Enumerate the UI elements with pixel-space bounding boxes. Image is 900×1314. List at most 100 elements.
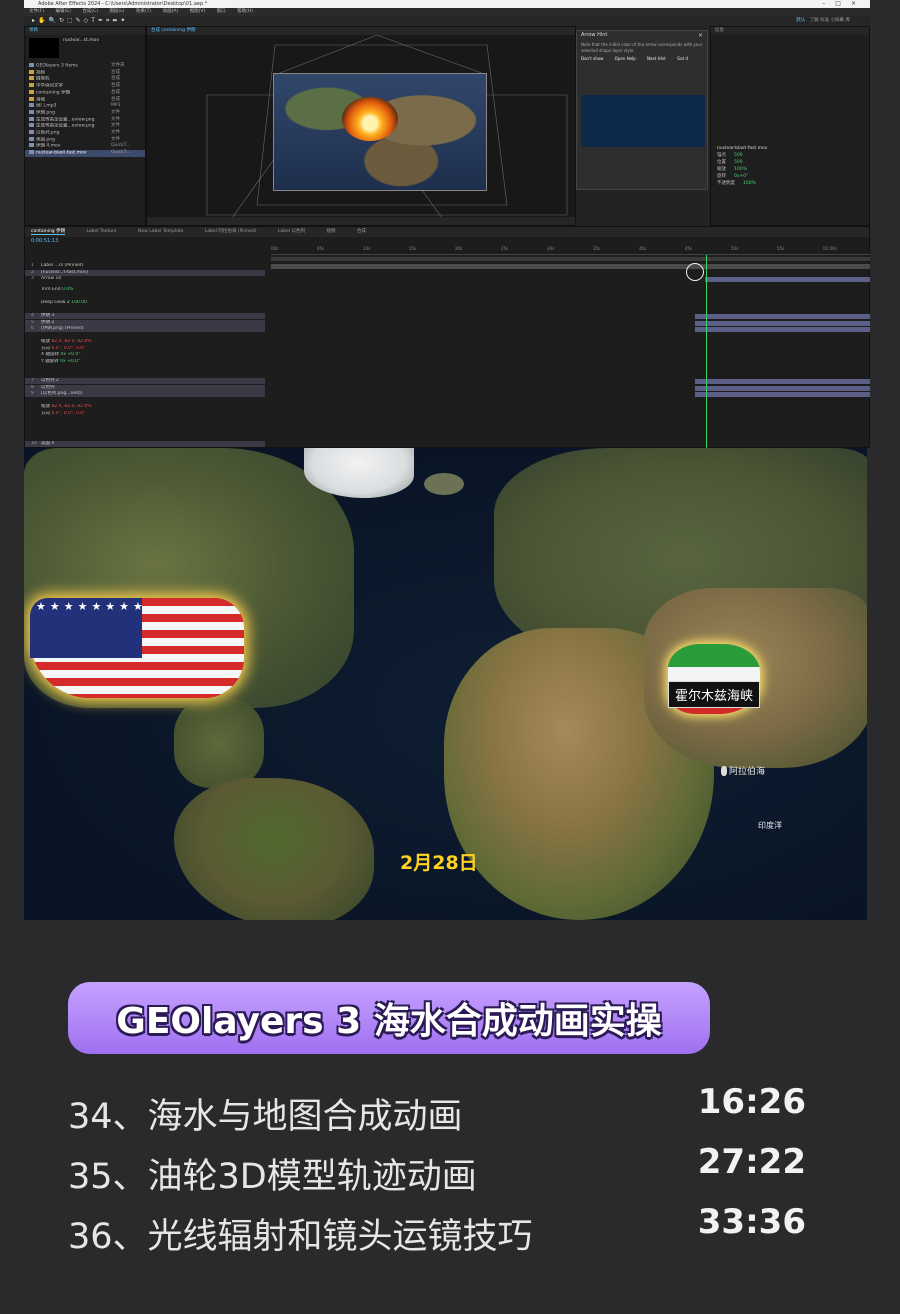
south-america <box>174 778 374 920</box>
project-item[interactable]: GEOlayers 3 Items 文件夹 <box>25 63 145 70</box>
comp-icon <box>29 96 34 101</box>
work-area-bar[interactable] <box>271 257 870 261</box>
image-icon <box>29 123 34 128</box>
video-icon <box>29 143 34 148</box>
timeline-panel: containing 伊朗 Label Texture New Label Te… <box>24 226 870 448</box>
project-item[interactable]: 生成等高全设置...eview.png 文件 <box>25 116 145 124</box>
got-it-button[interactable]: Got it <box>677 56 688 61</box>
layer-duration-bar[interactable] <box>695 320 870 326</box>
project-item-selected[interactable]: nuclear-blast-fast.mov QuickT... <box>25 150 145 157</box>
project-item[interactable]: containing 伊朗 合成 <box>25 89 145 97</box>
timeline-layer[interactable]: 4 伊朗 3 <box>25 313 265 320</box>
comp-icon <box>29 89 34 94</box>
project-item[interactable]: 生成等高全设置...eview.png 文件 <box>25 123 145 130</box>
window-controls[interactable]: –□× <box>822 0 866 8</box>
image-icon <box>29 130 34 135</box>
layer-duration-bar[interactable] <box>695 327 870 332</box>
timeline-layer[interactable]: 2 [nuclear...t-fast.mov] <box>25 269 265 276</box>
layer-property[interactable]: Deep Glow 2 100.00 <box>25 300 265 306</box>
timeline-tab[interactable]: containing 伊朗 <box>31 229 66 235</box>
workspace-item[interactable]: 小屏幕 <box>831 18 845 23</box>
close-icon[interactable]: × <box>698 32 703 39</box>
dont-show-checkbox[interactable]: Don't show <box>581 56 603 61</box>
timeline-tab[interactable]: New Label Template <box>138 229 183 234</box>
layer-property[interactable]: 方向 0.0°, 0.0°, 0.0° <box>25 346 265 352</box>
timeline-layer[interactable]: 1 Label ...rs (Pinned) <box>25 263 265 269</box>
panel-spacer <box>711 35 869 145</box>
timeline-tab[interactable]: Label Texture <box>87 229 117 234</box>
project-item[interactable]: 伊朗.png 文件 <box>25 109 145 117</box>
layer-duration-bar[interactable] <box>695 379 870 384</box>
ruler-tick: 45s <box>685 246 693 251</box>
layer-property[interactable]: X 轴旋转 0x +0.0° <box>25 352 265 358</box>
lesson-item[interactable]: 34、海水与地图合成动画 16:26 <box>68 1082 828 1138</box>
current-timecode[interactable]: 0:00:51:13 <box>25 237 869 245</box>
lesson-item[interactable]: 35、油轮3D模型轨迹动画 27:22 <box>68 1142 828 1198</box>
menu-item[interactable]: 效果(T) <box>136 9 151 14</box>
workspace-item[interactable]: 标准 <box>820 18 829 23</box>
timeline-tab[interactable]: Label 以色列 <box>278 229 305 234</box>
lesson-title: 36、光线辐射和镜头运镜技巧 <box>68 1217 533 1257</box>
project-item[interactable]: 海域 合成 <box>25 96 145 104</box>
composition-viewer[interactable]: 合成 containing 伊朗 <box>146 26 576 226</box>
layer-duration-bar[interactable] <box>695 392 870 397</box>
timeline-tab[interactable]: 视频 <box>326 229 335 234</box>
time-ruler[interactable]: 00s 05s 10s 15s 20s 25s 30s 35s 40s 45s … <box>271 245 870 255</box>
workspace-item[interactable]: 库 <box>846 18 851 23</box>
layer-duration-bar[interactable] <box>705 277 870 282</box>
tool-icons[interactable]: ▸✋🔍↻⬚✎◇T✒⌗⬌✦ <box>32 17 128 24</box>
project-item[interactable]: 阀门.mp3 MP3 <box>25 103 145 110</box>
open-help-button[interactable]: Open Help <box>615 56 636 61</box>
project-item[interactable]: 摄像机 合成 <box>25 76 145 83</box>
menu-item[interactable]: 视图(V) <box>190 9 206 14</box>
lesson-item[interactable]: 36、光线辐射和镜头运镜技巧 33:36 <box>68 1202 828 1258</box>
layer-property[interactable]: Trim End 0.0% <box>25 287 265 293</box>
ruler-tick: 30s <box>547 246 555 251</box>
menu-item[interactable]: 文件(F) <box>29 9 44 14</box>
playhead[interactable] <box>706 255 707 448</box>
timeline-tab[interactable]: 合成 <box>357 229 366 234</box>
menu-item[interactable]: 动画(A) <box>163 9 179 14</box>
timeline-tab[interactable]: Label 阿拉伯海 (Pinned) <box>205 229 257 234</box>
menu-item[interactable]: 帮助(H) <box>237 9 253 14</box>
menu-item[interactable]: 编辑(E) <box>56 9 71 14</box>
layer-property[interactable]: Y 轴旋转 0x +0.0° <box>25 359 265 365</box>
next-hint-button[interactable]: Next Hint <box>647 56 666 61</box>
prop-row: 位置 500 <box>717 160 743 165</box>
project-item[interactable]: 以色列.png 文件 <box>25 130 145 137</box>
project-item[interactable]: 中华诗词文字 合成 <box>25 83 145 90</box>
timeline-layer[interactable]: 7 以色列 2 <box>25 378 265 385</box>
window-titlebar: Adobe After Effects 2024 - C:\Users\Admi… <box>24 0 870 8</box>
props-file: nuclear-blast-fast.mov <box>717 146 768 151</box>
timeline-layer[interactable]: 5 伊朗 2 <box>25 319 265 326</box>
layer-duration-bar[interactable] <box>695 314 870 319</box>
menu-item[interactable]: 窗口 <box>217 9 226 14</box>
layer-property[interactable]: 方向 0.0°, 0.0°, 0.0° <box>25 411 265 417</box>
timeline-layer[interactable]: 3 Arrow 10 <box>25 276 265 282</box>
layer-property[interactable]: 缩放 82.0, 82.0, 82.0% <box>25 339 265 345</box>
layer-duration-bar[interactable] <box>271 264 870 269</box>
timeline-layer[interactable]: 8 以色列 <box>25 384 265 391</box>
audio-icon <box>29 103 34 108</box>
course-title: GEOlayers 3 海水合成动画实操 <box>116 1001 662 1042</box>
workspace-item[interactable]: 默认 <box>796 18 805 23</box>
project-tab[interactable]: 项目 <box>25 27 145 35</box>
timeline-layer[interactable]: 6 [伊朗.png] (Pinned) <box>25 326 265 333</box>
dialog-preview-image <box>581 95 705 147</box>
menu-item[interactable]: 合成(C) <box>82 9 98 14</box>
timeline-layer[interactable]: 10 美国 4 <box>25 441 265 448</box>
layer-duration-bar[interactable] <box>695 385 870 391</box>
indian-ocean-label: 印度洋 <box>758 821 782 830</box>
layer-property[interactable]: 缩放 82.0, 82.0, 82.0% <box>25 404 265 410</box>
lesson-title: 35、油轮3D模型轨迹动画 <box>68 1157 477 1197</box>
info-tab[interactable]: 信息 <box>711 27 869 35</box>
menu-item[interactable]: 图层(L) <box>109 9 124 14</box>
video-icon <box>29 150 34 155</box>
folder-icon <box>29 63 34 67</box>
preview-filename: nuclear...st.mov <box>63 38 100 43</box>
workspace-item[interactable]: 了解 <box>810 18 819 23</box>
arabian-sea-label: 阿拉伯海 <box>729 767 766 777</box>
comp-tab[interactable]: 合成 containing 伊朗 <box>147 27 575 35</box>
timeline-layer[interactable]: 9 [以色列.png...ned)] <box>25 391 265 398</box>
project-item[interactable]: 视频 合成 <box>25 69 145 77</box>
